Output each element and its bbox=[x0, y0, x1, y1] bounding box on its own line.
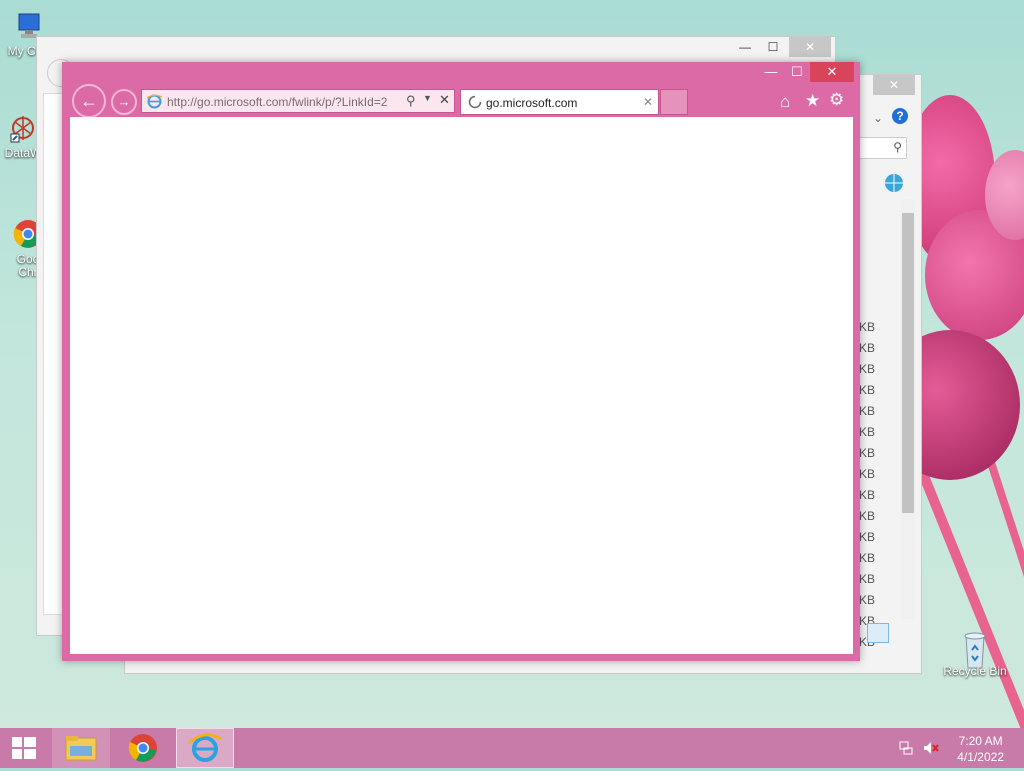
dropdown-arrow-icon[interactable]: ▼ bbox=[423, 93, 432, 103]
file-size-cell: KB bbox=[859, 572, 876, 586]
home-icon[interactable]: ⌂ bbox=[780, 92, 790, 112]
page-content-area[interactable] bbox=[70, 117, 853, 654]
file-size-cell: KB bbox=[859, 488, 876, 502]
help-icon[interactable]: ? bbox=[891, 107, 911, 127]
taskbar: 7:20 AM 4/1/2022 bbox=[0, 728, 1024, 768]
favorites-star-icon[interactable]: ★ bbox=[805, 91, 820, 111]
file-size-cell: KB bbox=[859, 467, 876, 481]
vertical-scrollbar[interactable] bbox=[901, 199, 915, 619]
file-size-cell: KB bbox=[859, 362, 876, 376]
chevron-down-icon[interactable]: ⌄ bbox=[873, 111, 883, 125]
datawarrior-icon bbox=[7, 112, 39, 144]
desktop-icon-recycle-bin[interactable]: Recycle Bin bbox=[940, 630, 1010, 678]
scrollbar-thumb[interactable] bbox=[902, 213, 914, 513]
title-bar bbox=[37, 37, 835, 59]
close-button[interactable]: ✕ bbox=[789, 37, 831, 57]
file-size-cell: KB bbox=[859, 383, 876, 397]
windows-logo-icon bbox=[12, 737, 36, 759]
forward-button[interactable]: → bbox=[111, 89, 137, 115]
minimize-button[interactable]: — bbox=[731, 37, 759, 57]
folder-icon bbox=[65, 736, 97, 761]
start-button[interactable] bbox=[0, 728, 48, 768]
volume-muted-icon[interactable] bbox=[922, 740, 940, 759]
address-bar[interactable]: http://go.microsoft.com/fwlink/p/?LinkId… bbox=[141, 89, 455, 113]
svg-text:?: ? bbox=[896, 109, 903, 123]
tab-go-microsoft[interactable]: go.microsoft.com ✕ bbox=[460, 89, 659, 115]
back-button[interactable]: ← bbox=[72, 84, 106, 118]
file-size-cell: KB bbox=[859, 593, 876, 607]
taskbar-google-chrome[interactable] bbox=[114, 728, 172, 768]
taskbar-internet-explorer[interactable] bbox=[176, 728, 234, 768]
tab-title: go.microsoft.com bbox=[486, 96, 578, 110]
ie-page-icon bbox=[146, 94, 163, 112]
file-size-cell: KB bbox=[859, 341, 876, 355]
file-size-cell: KB bbox=[859, 509, 876, 523]
large-icons-view-icon[interactable] bbox=[893, 623, 913, 641]
chrome-icon bbox=[128, 734, 157, 762]
details-view-icon[interactable] bbox=[867, 623, 889, 643]
recycle-bin-icon bbox=[959, 630, 991, 669]
internet-explorer-window[interactable]: — ☐ ✕ ← → http://go.microsoft.com/fwlink… bbox=[62, 62, 860, 661]
tab-close-icon[interactable]: ✕ bbox=[643, 95, 653, 109]
close-button[interactable]: ✕ bbox=[810, 62, 854, 82]
tools-gear-icon[interactable]: ⚙ bbox=[829, 90, 844, 110]
file-size-cell: KB bbox=[859, 320, 876, 334]
taskbar-file-explorer[interactable] bbox=[52, 728, 110, 768]
search-icon[interactable]: ⚲ bbox=[406, 93, 416, 109]
network-icon[interactable] bbox=[898, 740, 914, 759]
maximize-button[interactable]: ☐ bbox=[784, 62, 810, 82]
ie-icon bbox=[188, 733, 222, 762]
file-size-cell: KB bbox=[859, 404, 876, 418]
file-size-cell: KB bbox=[859, 446, 876, 460]
search-icon: ⚲ bbox=[893, 140, 902, 154]
file-size-cell: KB bbox=[859, 551, 876, 565]
loading-spinner-icon bbox=[468, 95, 482, 112]
search-box[interactable]: ⚲ bbox=[855, 137, 907, 159]
close-button[interactable]: ✕ bbox=[873, 75, 915, 95]
minimize-button[interactable]: — bbox=[758, 62, 784, 82]
new-tab-button[interactable] bbox=[660, 89, 688, 115]
globe-icon[interactable] bbox=[881, 171, 909, 195]
system-clock[interactable]: 7:20 AM 4/1/2022 bbox=[957, 733, 1004, 765]
file-size-cell: KB bbox=[859, 425, 876, 439]
file-size-cell: KB bbox=[859, 530, 876, 544]
clock-date: 4/1/2022 bbox=[957, 750, 1004, 764]
clock-time: 7:20 AM bbox=[958, 734, 1003, 748]
address-url[interactable]: http://go.microsoft.com/fwlink/p/?LinkId… bbox=[167, 95, 387, 109]
stop-button[interactable]: ✕ bbox=[439, 92, 450, 108]
file-size-column: KBKBKBKBKBKBKBKBKBKBKBKBKBKBKBKB bbox=[859, 317, 877, 653]
desktop-icon-label: Recycle Bin bbox=[943, 664, 1007, 678]
maximize-button[interactable]: ☐ bbox=[759, 37, 787, 57]
